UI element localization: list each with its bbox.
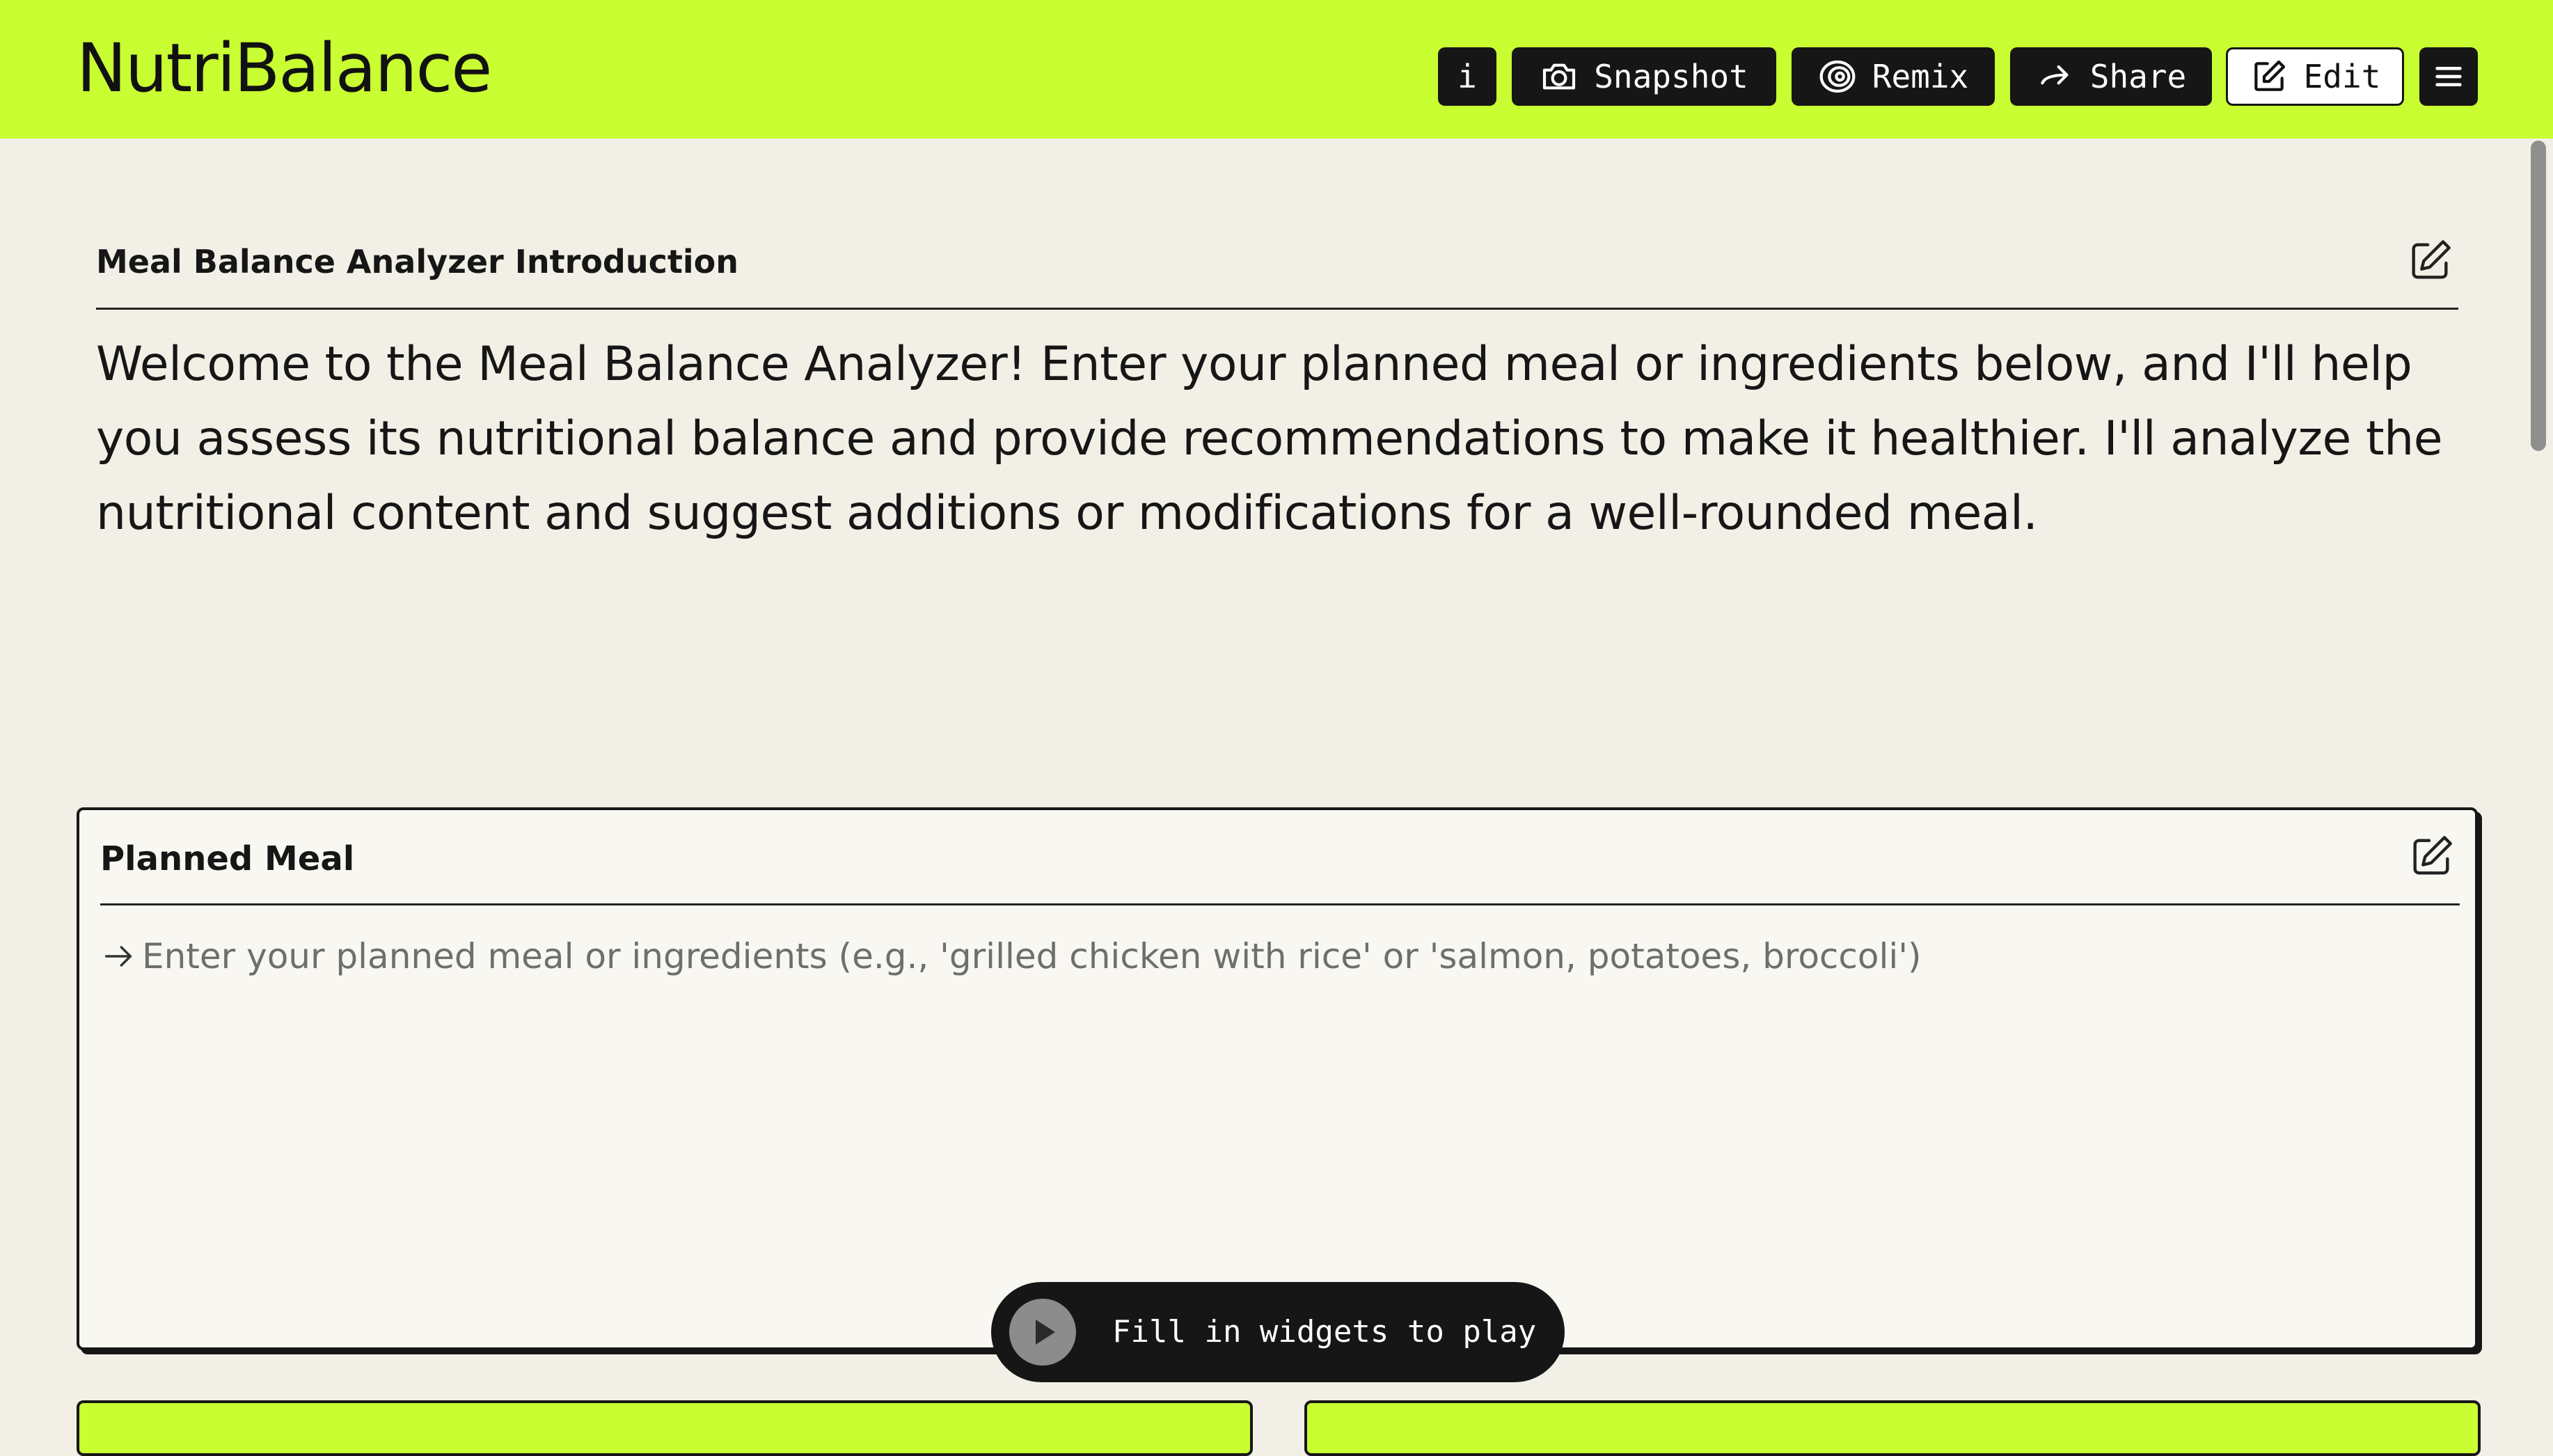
planned-meal-edit-icon[interactable] [2407,832,2456,881]
intro-text: Welcome to the Meal Balance Analyzer! En… [96,337,2443,541]
pencil-square-icon [2250,57,2289,96]
play-icon [1009,1299,1076,1366]
share-button[interactable]: Share [2010,47,2212,106]
bottom-card-right [1304,1400,2481,1456]
snapshot-button[interactable]: Snapshot [1512,47,1776,106]
info-button[interactable]: i [1438,47,1496,106]
play-button[interactable]: Fill in widgets to play [991,1282,1565,1382]
page-scrollbar-thumb[interactable] [2531,141,2546,451]
planned-meal-title: Planned Meal [100,839,355,878]
arrow-right-icon [2036,57,2075,96]
bottom-card-left [77,1400,1253,1456]
planned-meal-input[interactable] [142,933,2439,1197]
edit-button[interactable]: Edit [2226,47,2404,106]
intro-title: Meal Balance Analyzer Introduction [96,243,738,280]
hamburger-menu-icon [2429,57,2468,96]
intro-edit-icon[interactable] [2405,237,2454,285]
share-button-label: Share [2089,58,2187,95]
app-title: NutriBalance [77,29,492,107]
planned-meal-input-row [100,933,2460,1211]
planned-meal-card: Planned Meal [77,807,2478,1350]
remix-icon [1818,57,1857,96]
camera-icon [1540,57,1579,96]
play-button-label: Fill in widgets to play [1112,1314,1537,1350]
info-button-label: i [1457,58,1477,95]
remix-button[interactable]: Remix [1792,47,1995,106]
remix-button-label: Remix [1872,58,1969,95]
edit-button-label: Edit [2303,58,2381,95]
arrow-right-icon [100,938,136,974]
top-bar: NutriBalance i Snapshot Remix Share Edit [0,0,2553,139]
snapshot-button-label: Snapshot [1594,58,1748,95]
planned-meal-divider [100,903,2460,905]
intro-divider [96,308,2458,310]
menu-button[interactable] [2419,47,2478,106]
